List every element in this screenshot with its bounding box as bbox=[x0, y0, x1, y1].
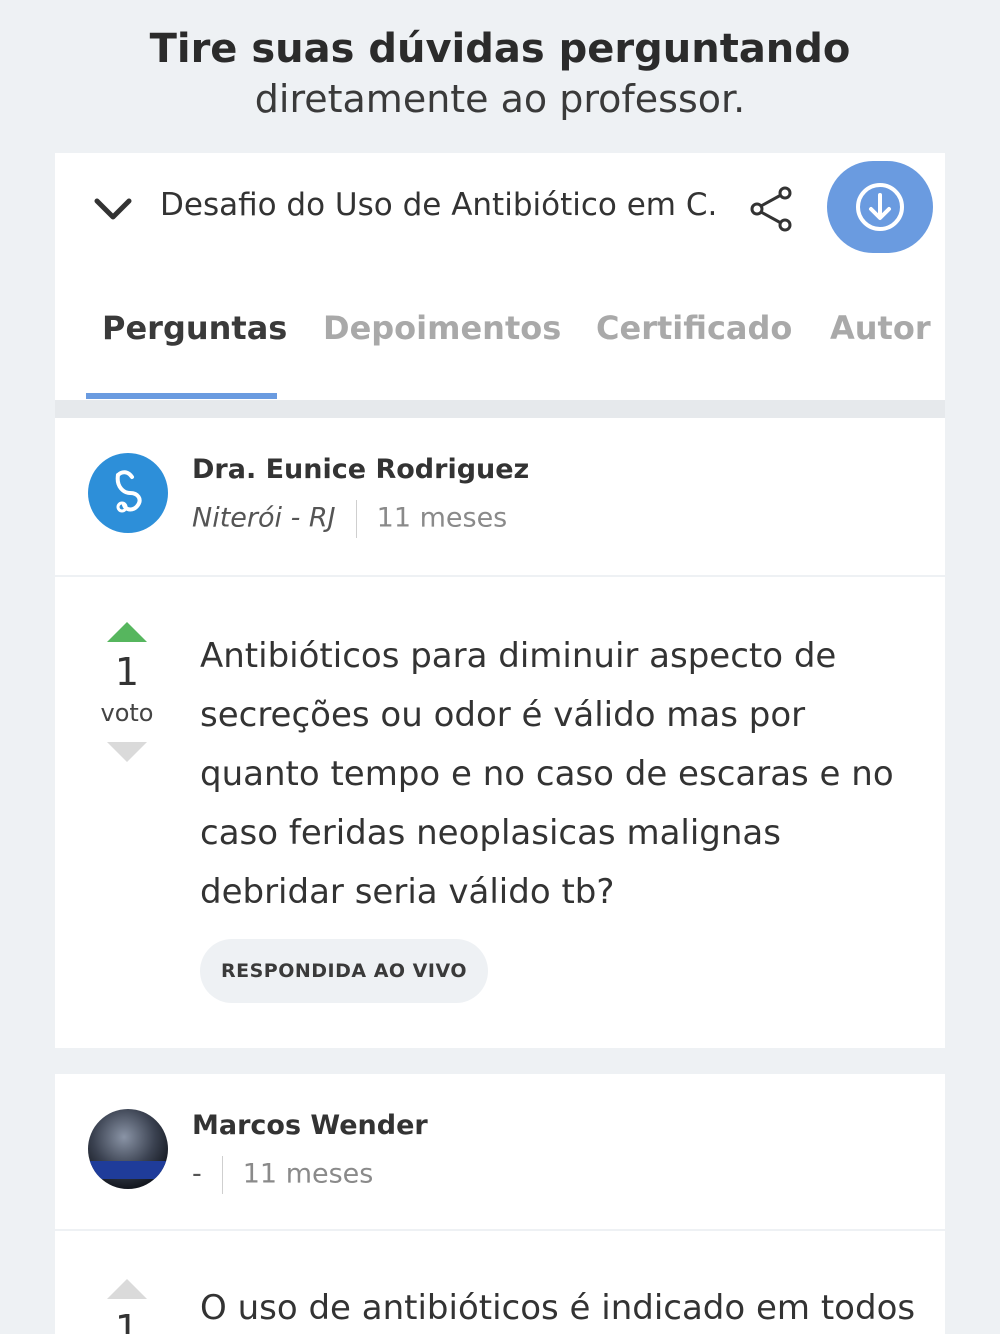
status-badge: RESPONDIDA AO VIVO bbox=[200, 939, 488, 1003]
avatar[interactable] bbox=[88, 1109, 168, 1189]
question-text[interactable]: O uso de antibióticos é indicado em todo… bbox=[200, 1285, 920, 1331]
upvote-icon[interactable] bbox=[107, 622, 147, 642]
author-name[interactable]: Marcos Wender bbox=[192, 1110, 428, 1141]
question-author: Marcos Wender - 11 meses bbox=[55, 1074, 945, 1229]
download-icon bbox=[856, 183, 904, 231]
vote-count: 1 bbox=[114, 650, 140, 694]
meta-separator bbox=[355, 500, 357, 538]
chevron-down-icon[interactable] bbox=[93, 195, 133, 225]
active-tab-indicator bbox=[86, 393, 277, 399]
course-header: Desafio do Uso de Antibiótico em C... Pe… bbox=[55, 153, 945, 400]
avatar-photo-detail bbox=[88, 1161, 168, 1179]
promo-line-1: Tire suas dúvidas perguntando bbox=[149, 26, 851, 72]
author-location: Niterói - RJ bbox=[192, 502, 336, 534]
vote-control: 1 voto bbox=[87, 622, 167, 762]
stethoscope-icon bbox=[115, 470, 142, 513]
vote-count: 1 bbox=[114, 1307, 140, 1334]
author-location: - bbox=[192, 1158, 202, 1190]
tab-perguntas[interactable]: Perguntas bbox=[102, 309, 287, 347]
course-title: Desafio do Uso de Antibiótico em C... bbox=[160, 187, 720, 223]
author-meta: - 11 meses bbox=[192, 1156, 373, 1194]
downvote-icon[interactable] bbox=[107, 742, 147, 762]
tab-autor[interactable]: Autor bbox=[830, 309, 931, 347]
download-button[interactable] bbox=[827, 161, 933, 253]
divider bbox=[55, 400, 945, 418]
vote-label: voto bbox=[100, 699, 154, 727]
tab-certificado[interactable]: Certificado bbox=[596, 309, 792, 347]
promo-heading: Tire suas dúvidas perguntando diretament… bbox=[0, 24, 1000, 124]
question-text[interactable]: Antibióticos para diminuir aspecto de se… bbox=[200, 627, 910, 922]
post-time: 11 meses bbox=[242, 1158, 374, 1190]
author-name[interactable]: Dra. Eunice Rodriguez bbox=[192, 454, 529, 485]
question-author: Dra. Eunice Rodriguez Niterói - RJ 11 mes… bbox=[55, 418, 945, 575]
tab-depoimentos[interactable]: Depoimentos bbox=[323, 309, 561, 347]
question-card: 1 O uso de antibióticos é indicado em to… bbox=[55, 1231, 945, 1334]
question-card: 1 voto Antibióticos para diminuir aspect… bbox=[55, 577, 945, 1048]
author-meta: Niterói - RJ 11 meses bbox=[192, 500, 507, 538]
post-time: 11 meses bbox=[376, 502, 508, 534]
meta-separator bbox=[221, 1156, 223, 1194]
upvote-icon[interactable] bbox=[107, 1279, 147, 1299]
share-icon[interactable] bbox=[747, 185, 795, 233]
avatar[interactable] bbox=[88, 453, 168, 533]
course-header-row: Desafio do Uso de Antibiótico em C... bbox=[55, 153, 945, 263]
promo-line-2: diretamente ao professor. bbox=[254, 77, 746, 121]
vote-control: 1 bbox=[87, 1279, 167, 1334]
tab-bar: Perguntas Depoimentos Certificado Autor bbox=[55, 303, 945, 400]
